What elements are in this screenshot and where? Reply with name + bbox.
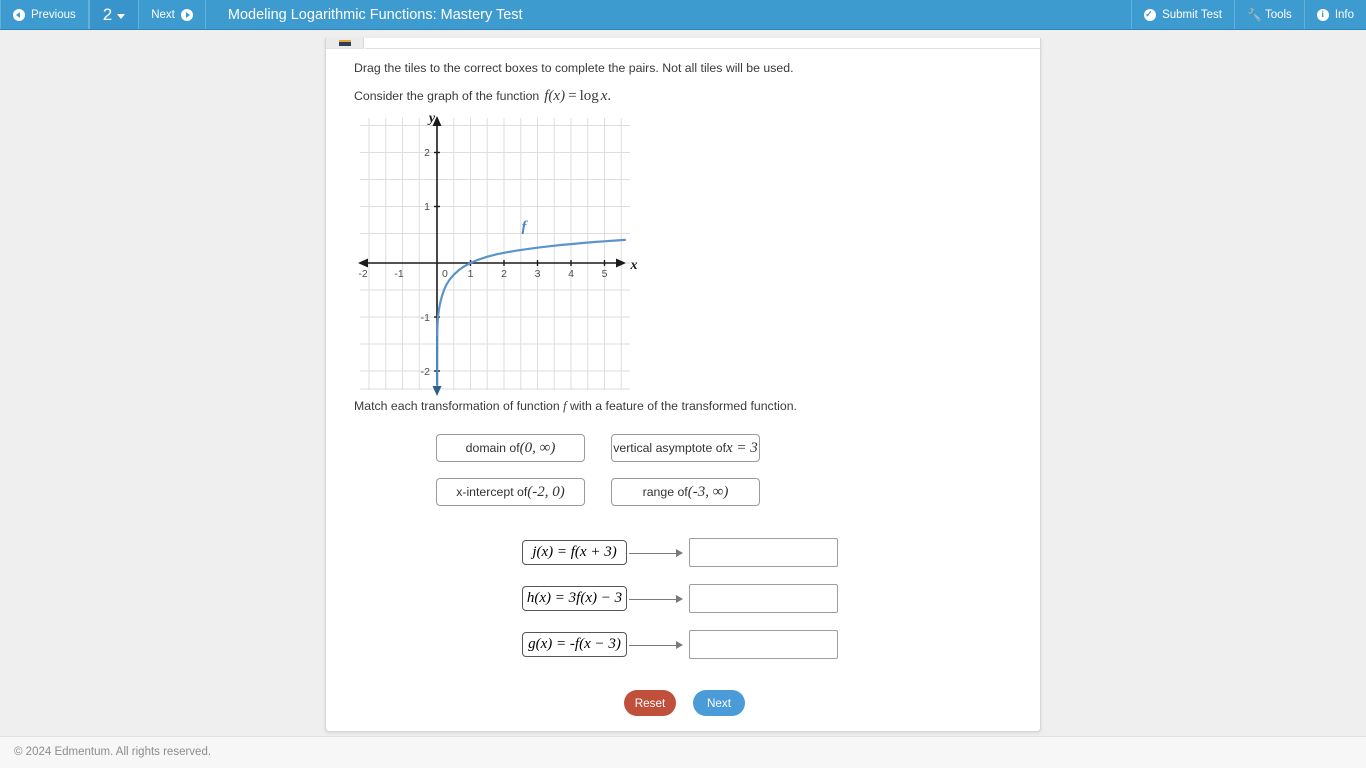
equation-j-text: j(x) = f(x + 3) bbox=[532, 544, 617, 560]
tile-bank: domain of (0, ∞) vertical asymptote of x… bbox=[436, 434, 936, 522]
instruction-text: Drag the tiles to the correct boxes to c… bbox=[354, 61, 794, 75]
info-label: Info bbox=[1334, 8, 1354, 21]
x-axis-arrow-left bbox=[358, 258, 368, 268]
dropzone-h[interactable] bbox=[689, 584, 840, 615]
graph-gridlines bbox=[360, 118, 630, 390]
svg-text:2: 2 bbox=[501, 268, 507, 280]
dropzone-g[interactable] bbox=[689, 630, 840, 661]
equation-tile-h[interactable]: h(x) = 3f(x) − 3 bbox=[522, 586, 629, 613]
y-axis-label: y bbox=[427, 111, 436, 126]
svg-text:5: 5 bbox=[602, 268, 608, 280]
tile-range-prefix: range of bbox=[642, 485, 688, 499]
svg-text:1: 1 bbox=[424, 201, 430, 213]
tile-xint-prefix: x-intercept of bbox=[456, 485, 528, 499]
y-axis-arrow-down bbox=[432, 386, 442, 396]
card-tab-icon bbox=[339, 40, 351, 46]
consider-formula: f(x) = log x. bbox=[544, 88, 611, 105]
match-function-name: f bbox=[563, 399, 567, 413]
consider-text: Consider the graph of the function f(x) =… bbox=[354, 88, 611, 105]
tools-button[interactable]: 🔧 Tools bbox=[1233, 0, 1304, 29]
question-number-value: 2 bbox=[102, 4, 113, 24]
consider-fx: f(x) bbox=[544, 88, 566, 104]
graph-svg: 2 1 -1 -2 -2 -1 0 1 2 3 4 5 y x f bbox=[358, 111, 638, 396]
previous-arrow-icon bbox=[13, 8, 25, 21]
tile-row: domain of (0, ∞) vertical asymptote of x… bbox=[436, 434, 936, 464]
equation-tile-g[interactable]: g(x) = -f(x − 3) bbox=[522, 632, 629, 659]
tile-vertical-asymptote[interactable]: vertical asymptote of x = 3 bbox=[611, 434, 762, 464]
previous-button-label: Previous bbox=[31, 8, 76, 21]
match-suffix: with a feature of the transformed functi… bbox=[570, 399, 797, 413]
svg-text:-2: -2 bbox=[358, 268, 367, 280]
consider-log: log bbox=[579, 88, 599, 104]
equation-h-text: h(x) = 3f(x) − 3 bbox=[526, 590, 623, 606]
dropzone-j[interactable] bbox=[689, 538, 840, 569]
match-pairs: j(x) = f(x + 3) h(x) = 3f(x) − 3 g(x) = … bbox=[522, 538, 1042, 676]
check-circle-icon bbox=[1144, 8, 1157, 21]
svg-text:-1: -1 bbox=[421, 312, 430, 324]
arrow-icon bbox=[629, 548, 685, 558]
card-divider bbox=[365, 48, 1042, 49]
consider-equals: = bbox=[568, 88, 577, 104]
tile-x-intercept[interactable]: x-intercept of (-2, 0) bbox=[436, 478, 587, 508]
info-circle-icon bbox=[1316, 8, 1329, 21]
tile-domain[interactable]: domain of (0, ∞) bbox=[436, 434, 587, 464]
top-navigation-bar: Previous 2 Next Modeling Logarithmic Fun… bbox=[0, 0, 1366, 30]
next-arrow-icon bbox=[180, 8, 193, 21]
next-nav-button[interactable]: Next bbox=[139, 0, 206, 29]
copyright-text: © 2024 Edmentum. All rights reserved. bbox=[14, 746, 212, 758]
question-card: Drag the tiles to the correct boxes to c… bbox=[325, 38, 1042, 732]
match-row-g: g(x) = -f(x − 3) bbox=[522, 630, 1042, 661]
tile-xint-math: (-2, 0) bbox=[527, 483, 565, 500]
match-row-j: j(x) = f(x + 3) bbox=[522, 538, 1042, 569]
equation-g-text: g(x) = -f(x − 3) bbox=[528, 636, 621, 652]
svg-text:1: 1 bbox=[468, 268, 474, 280]
match-prefix: Match each transformation of function bbox=[354, 399, 560, 413]
previous-button[interactable]: Previous bbox=[0, 0, 89, 29]
tile-range[interactable]: range of (-3, ∞) bbox=[611, 478, 762, 508]
function-graph: 2 1 -1 -2 -2 -1 0 1 2 3 4 5 y x f bbox=[354, 108, 674, 403]
action-buttons: Reset Next bbox=[624, 690, 745, 716]
graph-ticks bbox=[434, 151, 606, 372]
tile-domain-prefix: domain of bbox=[465, 441, 520, 455]
tile-domain-math: (0, ∞) bbox=[519, 439, 556, 456]
next-nav-button-label: Next bbox=[151, 8, 175, 21]
tile-va-math: x = 3 bbox=[726, 439, 758, 456]
equation-tile-j[interactable]: j(x) = f(x + 3) bbox=[522, 540, 629, 567]
wrench-icon: 🔧 bbox=[1246, 7, 1262, 22]
match-row-h: h(x) = 3f(x) − 3 bbox=[522, 584, 1042, 615]
tile-row: x-intercept of (-2, 0) range of (-3, ∞) bbox=[436, 478, 936, 508]
chevron-down-icon bbox=[117, 13, 126, 19]
curve-label-f: f bbox=[522, 219, 529, 235]
svg-text:3: 3 bbox=[535, 268, 541, 280]
tile-range-math: (-3, ∞) bbox=[687, 483, 729, 500]
question-number-dropdown[interactable]: 2 bbox=[88, 0, 140, 29]
svg-text:-1: -1 bbox=[394, 268, 403, 280]
info-button[interactable]: Info bbox=[1303, 0, 1366, 29]
tile-va-prefix: vertical asymptote of bbox=[613, 441, 726, 455]
card-tab[interactable] bbox=[326, 38, 364, 49]
arrow-icon bbox=[629, 594, 685, 604]
topbar-actions: Submit Test 🔧 Tools Info bbox=[1131, 0, 1366, 29]
submit-test-button[interactable]: Submit Test bbox=[1131, 0, 1234, 29]
svg-text:0: 0 bbox=[442, 268, 448, 280]
x-axis-label: x bbox=[630, 258, 638, 273]
svg-text:2: 2 bbox=[424, 147, 430, 159]
match-instruction-text: Match each transformation of function f … bbox=[354, 399, 797, 414]
consider-period: . bbox=[607, 88, 612, 104]
svg-text:4: 4 bbox=[568, 268, 574, 280]
svg-text:-2: -2 bbox=[421, 366, 430, 378]
consider-prefix: Consider the graph of the function bbox=[354, 89, 540, 103]
arrow-icon bbox=[629, 640, 685, 650]
tools-label: Tools bbox=[1264, 8, 1292, 21]
log-curve bbox=[436, 238, 627, 339]
reset-button[interactable]: Reset bbox=[624, 690, 676, 716]
next-button[interactable]: Next bbox=[693, 690, 745, 716]
submit-test-label: Submit Test bbox=[1162, 8, 1222, 21]
page-title: Modeling Logarithmic Functions: Mastery … bbox=[227, 6, 523, 23]
footer: © 2024 Edmentum. All rights reserved. bbox=[0, 736, 1366, 768]
